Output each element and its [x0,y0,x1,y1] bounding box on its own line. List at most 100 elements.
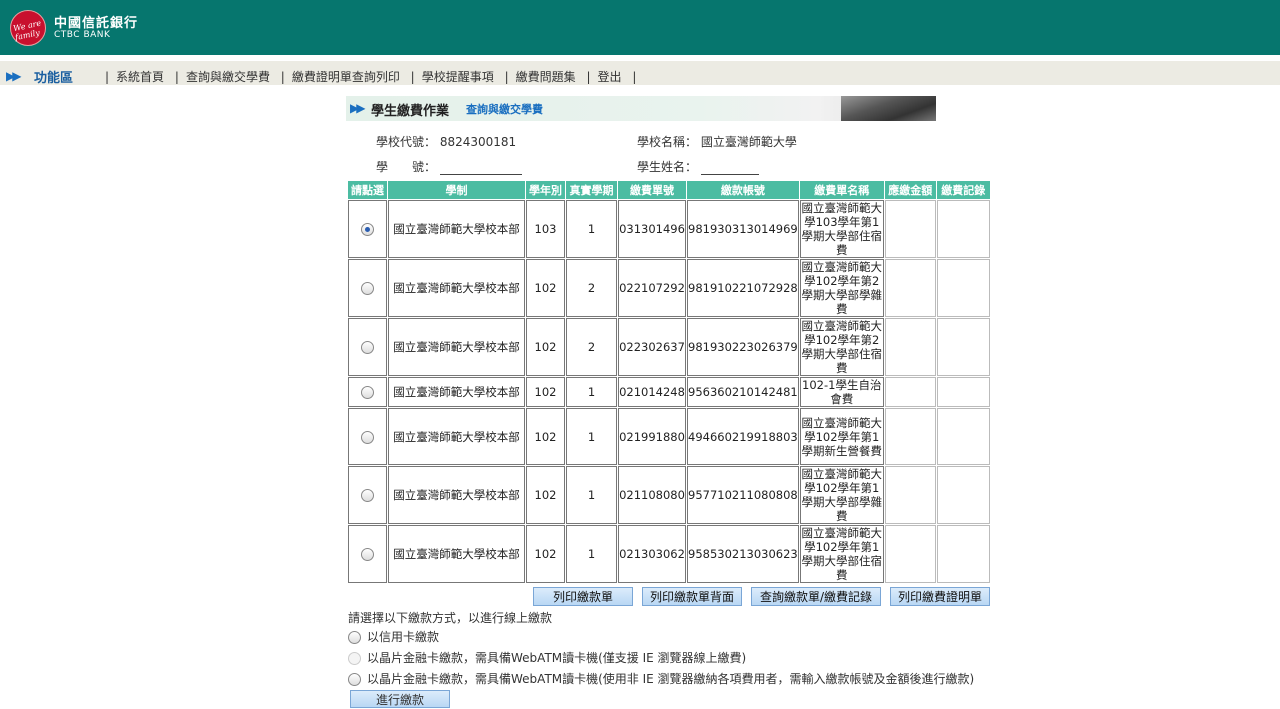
year-cell: 103 [526,200,565,258]
account-cell: 981930223026379 [687,318,799,376]
bill-table: 請點選 學制 學年別 真實學期 繳費單號 繳款帳號 繳費單名稱 應繳金額 繳費記… [347,180,991,584]
col-header-school: 學制 [388,181,525,199]
row-radio[interactable] [361,341,374,354]
year-cell: 102 [526,525,565,583]
bill-no-cell: 022107292 [618,259,686,317]
bill-name-cell: 國立臺灣師範大學102學年第2學期大學部住宿費 [799,318,884,376]
student-name-field: 學生姓名： [637,158,759,175]
bill-no-cell: 021303062 [618,525,686,583]
amount-cell [884,408,936,465]
record-cell [936,466,990,524]
menu-item-reminders[interactable]: 學校提醒事項 [422,70,494,84]
amount-cell [884,318,936,376]
school-cell: 國立臺灣師範大學校本部 [388,408,525,465]
print-certificate-button[interactable]: 列印繳費證明單 [890,587,990,606]
print-bill-button[interactable]: 列印繳款單 [533,587,633,606]
row-select-cell [348,408,387,465]
year-cell: 102 [526,408,565,465]
bill-name-cell: 國立臺灣師範大學103學年第1學期大學部住宿費 [799,200,884,258]
bank-name-cn: 中國信託銀行 [54,16,139,31]
school-cell: 國立臺灣師範大學校本部 [388,525,525,583]
record-cell [936,525,990,583]
double-chevron-right-icon: ▶▶ [6,69,22,83]
student-id-value [439,162,522,175]
amount-cell [884,466,936,524]
row-radio[interactable] [361,430,374,444]
school-cell: 國立臺灣師範大學校本部 [388,200,525,258]
school-cell: 國立臺灣師範大學校本部 [388,377,525,407]
year-cell: 102 [526,377,565,407]
row-select-cell [348,259,387,317]
payment-radio[interactable] [348,673,361,686]
term-cell: 1 [566,466,617,524]
account-cell: 956360210142481 [687,377,799,407]
bank-name-en: CTBC BANK [54,30,111,40]
menu-item-home[interactable]: 系統首頁 [116,70,164,84]
menu-item-logout[interactable]: 登出 [598,70,622,84]
row-select-cell [348,377,387,407]
bill-no-cell: 021108080 [618,466,686,524]
table-row: 國立臺灣師範大學校本部 102 1 021303062 958530213030… [348,525,990,583]
amount-cell [884,377,936,407]
row-select-cell [348,466,387,524]
banner-title: 學生繳費作業 [371,104,450,119]
print-bill-back-button[interactable]: 列印繳款單背面 [642,587,742,606]
account-cell: 494660219918803 [687,408,799,465]
banner-subtitle: 查詢與繳交學費 [466,103,543,116]
col-header-amount: 應繳金額 [884,181,936,199]
school-code-field: 學校代號： 8824300181 [376,135,517,149]
row-radio[interactable] [361,386,374,399]
bill-name-cell: 國立臺灣師範大學102學年第1學期大學部住宿費 [799,525,884,583]
school-cell: 國立臺灣師範大學校本部 [388,259,525,317]
table-row: 國立臺灣師範大學校本部 102 1 021991880 494660219918… [348,408,990,465]
school-cell: 國立臺灣師範大學校本部 [388,466,525,524]
col-header-bill-no: 繳費單號 [618,181,686,199]
bill-name-cell: 國立臺灣師範大學102學年第1學期新生營餐費 [799,408,884,465]
school-name-field: 學校名稱： 國立臺灣師範大學 [637,135,797,149]
col-header-record: 繳費記錄 [936,181,990,199]
col-header-term: 真實學期 [566,181,617,199]
bill-name-cell: 國立臺灣師範大學102學年第1學期大學部學雜費 [799,466,884,524]
payment-option-credit-card[interactable]: 以信用卡繳款 [348,628,439,645]
payment-option-webatm-non-ie[interactable]: 以晶片金融卡繳款，需具備WebATM讀卡機(使用非 IE 瀏覽器繳納各項費用者，… [348,670,974,687]
payment-radio[interactable] [348,631,361,644]
record-cell [936,377,990,407]
table-row: 國立臺灣師範大學校本部 102 2 022302637 981930223026… [348,318,990,376]
menu-item-certificate[interactable]: 繳費證明單查詢列印 [292,70,400,84]
payment-option-webatm-ie: 以晶片金融卡繳款，需具備WebATM讀卡機(僅支援 IE 瀏覽器線上繳費) [348,649,746,666]
row-select-cell [348,525,387,583]
year-cell: 102 [526,259,565,317]
col-header-account: 繳款帳號 [687,181,799,199]
row-radio[interactable] [361,489,374,502]
record-cell [936,200,990,258]
col-header-bill-name: 繳費單名稱 [799,181,884,199]
table-row: 國立臺灣師範大學校本部 102 1 021014248 956360210142… [348,377,990,407]
menu-title: 功能區 [34,71,74,86]
banner-keyboard-image [841,96,936,121]
app-header: We are family 中國信託銀行 CTBC BANK [0,0,1280,55]
section-banner: ▶▶ 學生繳費作業 查詢與繳交學費 [346,96,936,121]
bill-name-cell: 國立臺灣師範大學102學年第2學期大學部學雜費 [799,259,884,317]
query-bill-button[interactable]: 查詢繳款單/繳費記錄 [751,587,881,606]
term-cell: 2 [566,318,617,376]
term-cell: 1 [566,377,617,407]
amount-cell [884,525,936,583]
table-row: 國立臺灣師範大學校本部 102 1 021108080 957710211080… [348,466,990,524]
year-cell: 102 [526,318,565,376]
function-menu-bar: ▶▶ 功能區 | 系統首頁 | 查詢與繳交學費 | 繳費證明單查詢列印 | 學校提醒事項… [0,55,1280,86]
account-cell: 981910221072928 [687,259,799,317]
row-radio[interactable] [361,282,374,295]
menu-item-faq[interactable]: 繳費問題集 [516,70,576,84]
table-row: 國立臺灣師範大學校本部 103 1 031301496 981930313014… [348,200,990,258]
proceed-payment-button[interactable]: 進行繳款 [350,690,450,708]
school-cell: 國立臺灣師範大學校本部 [388,318,525,376]
double-chevron-right-icon: ▶▶ [350,101,366,115]
account-cell: 958530213030623 [687,525,799,583]
menu-item-query-pay[interactable]: 查詢與繳交學費 [186,70,270,84]
menu-items: | 系統首頁 | 查詢與繳交學費 | 繳費證明單查詢列印 | 學校提醒事項 | 繳費問題集… [105,70,637,84]
term-cell: 1 [566,408,617,465]
row-radio[interactable] [361,223,374,236]
year-cell: 102 [526,466,565,524]
row-radio[interactable] [361,548,374,561]
col-header-year: 學年別 [526,181,565,199]
